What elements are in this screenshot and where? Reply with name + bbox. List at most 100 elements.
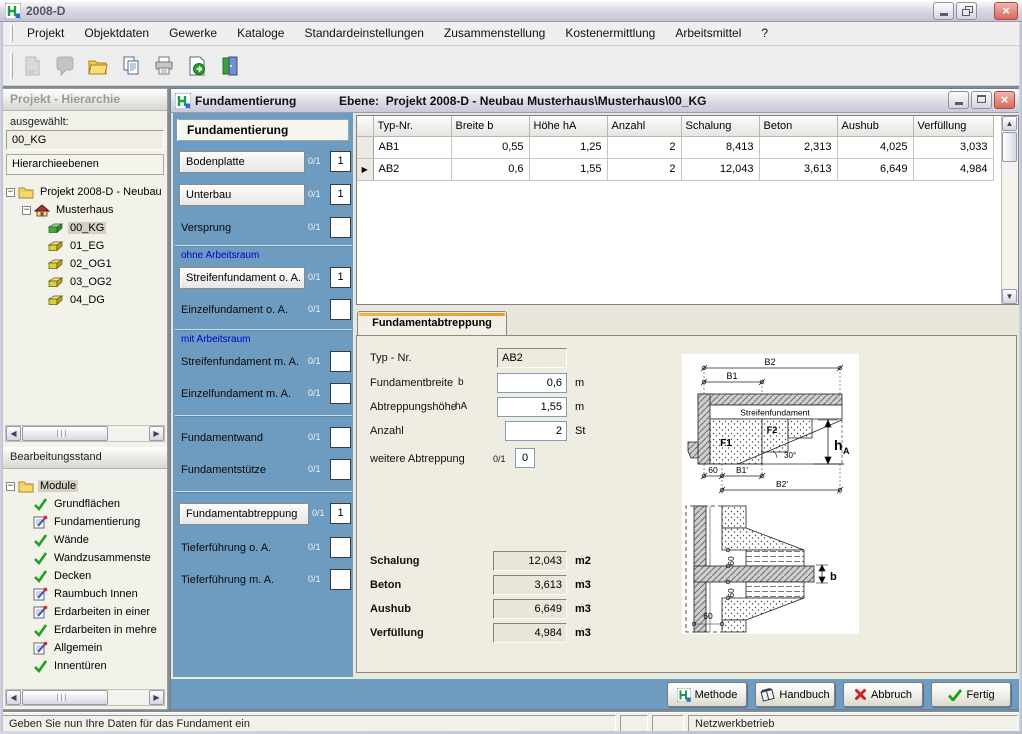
module-status-innentueren[interactable]: Innentüren bbox=[3, 657, 167, 675]
module-maximize-button[interactable] bbox=[971, 91, 992, 109]
tree-item-musterhaus[interactable]: − Musterhaus bbox=[3, 201, 167, 219]
bodenplatte-count-field[interactable]: 1 bbox=[330, 151, 351, 172]
exit-button[interactable] bbox=[215, 51, 245, 81]
einzelfundament-ma-count-field[interactable] bbox=[330, 383, 351, 404]
fundamentwand-count-field[interactable] bbox=[330, 427, 351, 448]
scrollbar-thumb[interactable] bbox=[22, 690, 108, 705]
abtreppungshoehe-input[interactable]: 1,55 bbox=[497, 397, 567, 417]
versprung-item[interactable]: Versprung bbox=[181, 217, 231, 239]
module-status-decken[interactable]: Decken bbox=[3, 567, 167, 585]
tree-item-00-kg[interactable]: 00_KG bbox=[3, 219, 167, 237]
open-project-button[interactable] bbox=[50, 51, 80, 81]
scroll-right-button[interactable]: ▶ bbox=[149, 426, 164, 441]
menu-objektdaten[interactable]: Objektdaten bbox=[74, 22, 159, 45]
tieferfuehrung-ma-item[interactable]: Tieferführung m. A. bbox=[181, 569, 274, 591]
fundamentbreite-input[interactable]: 0,6 bbox=[497, 373, 567, 393]
col-aushub[interactable]: Aushub bbox=[837, 116, 913, 136]
streifenfundament-oa-button[interactable]: Streifenfundament o. A. bbox=[179, 267, 305, 289]
tree-item-02-og1[interactable]: 02_OG1 bbox=[3, 255, 167, 273]
versprung-count-field[interactable] bbox=[330, 217, 351, 238]
bodenplatte-button[interactable]: Bodenplatte bbox=[179, 151, 305, 173]
status-hscrollbar[interactable]: ◀ ▶ bbox=[5, 689, 165, 706]
copy-button[interactable] bbox=[116, 51, 146, 81]
fundamentstuetze-count-field[interactable] bbox=[330, 459, 351, 480]
tieferfuehrung-oa-item[interactable]: Tieferführung o. A. bbox=[181, 537, 271, 559]
weitere-abtreppung-input[interactable]: 0 bbox=[515, 448, 535, 468]
restore-button[interactable] bbox=[956, 2, 977, 20]
collapse-icon[interactable]: − bbox=[6, 188, 15, 197]
streifenfundament-ma-item[interactable]: Streifenfundament m. A. bbox=[181, 351, 299, 373]
col-schalung[interactable]: Schalung bbox=[681, 116, 759, 136]
module-status-allgemein[interactable]: Allgemein bbox=[3, 639, 167, 657]
tree-item-04-dg[interactable]: 04_DG bbox=[3, 291, 167, 309]
fundamentabtreppung-count-field[interactable]: 1 bbox=[330, 503, 351, 524]
streifenfundament-ma-count-field[interactable] bbox=[330, 351, 351, 372]
module-close-button[interactable]: × bbox=[994, 91, 1015, 109]
table-row-ab1[interactable]: AB1 0,55 1,25 2 8,413 2,313 4,025 3,033 bbox=[357, 136, 993, 158]
menu-zusammenstellung[interactable]: Zusammenstellung bbox=[434, 22, 555, 45]
tree-item-01-eg[interactable]: 01_EG bbox=[3, 237, 167, 255]
print-button[interactable] bbox=[149, 51, 179, 81]
einzelfundament-ma-item[interactable]: Einzelfundament m. A. bbox=[181, 383, 291, 405]
module-status-erdarbeiten-mehre[interactable]: Erdarbeiten in mehre bbox=[3, 621, 167, 639]
menu-projekt[interactable]: Projekt bbox=[17, 22, 74, 45]
fundamentstuetze-item[interactable]: Fundamentstütze bbox=[181, 459, 266, 481]
hierarchy-hscrollbar[interactable]: ◀ ▶ bbox=[5, 425, 165, 442]
module-status-fundamentierung[interactable]: Fundamentierung bbox=[3, 513, 167, 531]
open-folder-button[interactable] bbox=[83, 51, 113, 81]
col-verfuellung[interactable]: Verfüllung bbox=[913, 116, 993, 136]
new-document-button[interactable] bbox=[17, 51, 47, 81]
einzelfundament-oa-item[interactable]: Einzelfundament o. A. bbox=[181, 299, 288, 321]
unit-m3: m3 bbox=[575, 579, 591, 591]
menu-arbeitsmittel[interactable]: Arbeitsmittel bbox=[665, 22, 751, 45]
col-beton[interactable]: Beton bbox=[759, 116, 837, 136]
fundamentabtreppung-button[interactable]: Fundamentabtreppung bbox=[179, 503, 309, 525]
tieferfuehrung-oa-count-field[interactable] bbox=[330, 537, 351, 558]
module-status-grundflaechen[interactable]: Grundflächen bbox=[3, 495, 167, 513]
close-button[interactable]: × bbox=[994, 2, 1018, 20]
tree-item-module[interactable]: − Module bbox=[3, 477, 167, 495]
col-typ-nr[interactable]: Typ-Nr. bbox=[373, 116, 451, 136]
counter-label: 0/1 bbox=[308, 189, 321, 199]
menu-kostenermittlung[interactable]: Kostenermittlung bbox=[555, 22, 665, 45]
menu-kataloge[interactable]: Kataloge bbox=[227, 22, 294, 45]
scroll-left-button[interactable]: ◀ bbox=[6, 426, 21, 441]
scroll-right-button[interactable]: ▶ bbox=[149, 690, 164, 705]
methode-button[interactable]: Methode bbox=[667, 682, 747, 707]
unterbau-button[interactable]: Unterbau bbox=[179, 184, 305, 206]
scroll-left-button[interactable]: ◀ bbox=[6, 690, 21, 705]
scroll-up-button[interactable]: ▲ bbox=[1002, 116, 1017, 131]
module-minimize-button[interactable] bbox=[948, 91, 969, 109]
export-button[interactable] bbox=[182, 51, 212, 81]
anzahl-input[interactable]: 2 bbox=[505, 421, 567, 441]
col-breite[interactable]: Breite b bbox=[451, 116, 529, 136]
einzelfundament-oa-count-field[interactable] bbox=[330, 299, 351, 320]
fertig-button[interactable]: Fertig bbox=[931, 682, 1011, 707]
collapse-icon[interactable]: − bbox=[6, 482, 15, 491]
menu-help[interactable]: ? bbox=[751, 22, 778, 45]
menu-gewerke[interactable]: Gewerke bbox=[159, 22, 227, 45]
streifenfundament-oa-count-field[interactable]: 1 bbox=[330, 267, 351, 288]
module-status-wandzusammenstellung[interactable]: Wandzusammenste bbox=[3, 549, 167, 567]
scrollbar-thumb[interactable] bbox=[22, 426, 108, 441]
tab-fundamentabtreppung[interactable]: Fundamentabtreppung bbox=[357, 311, 507, 336]
fundamentwand-item[interactable]: Fundamentwand bbox=[181, 427, 263, 449]
scrollbar-thumb[interactable] bbox=[1002, 132, 1017, 162]
module-status-erdarbeiten-einer[interactable]: Erdarbeiten in einer bbox=[3, 603, 167, 621]
minimize-button[interactable] bbox=[933, 2, 954, 20]
col-anzahl[interactable]: Anzahl bbox=[607, 116, 681, 136]
tree-item-project[interactable]: − Projekt 2008-D - Neubau bbox=[3, 183, 167, 201]
scroll-down-button[interactable]: ▼ bbox=[1002, 289, 1017, 304]
collapse-icon[interactable]: − bbox=[22, 206, 31, 215]
handbuch-button[interactable]: Handbuch bbox=[755, 682, 835, 707]
menu-standardeinstellungen[interactable]: Standardeinstellungen bbox=[294, 22, 433, 45]
table-vscrollbar[interactable]: ▲ ▼ bbox=[1001, 116, 1018, 304]
tieferfuehrung-ma-count-field[interactable] bbox=[330, 569, 351, 590]
unterbau-count-field[interactable]: 1 bbox=[330, 184, 351, 205]
module-status-waende[interactable]: Wände bbox=[3, 531, 167, 549]
module-status-raumbuch-innen[interactable]: Raumbuch Innen bbox=[3, 585, 167, 603]
col-hoehe[interactable]: Höhe hA bbox=[529, 116, 607, 136]
abbruch-button[interactable]: Abbruch bbox=[843, 682, 923, 707]
tree-item-03-og2[interactable]: 03_OG2 bbox=[3, 273, 167, 291]
table-row-ab2-selected[interactable]: ▶ AB2 0,6 1,55 2 12,043 3,613 6,649 4,98… bbox=[357, 158, 993, 180]
